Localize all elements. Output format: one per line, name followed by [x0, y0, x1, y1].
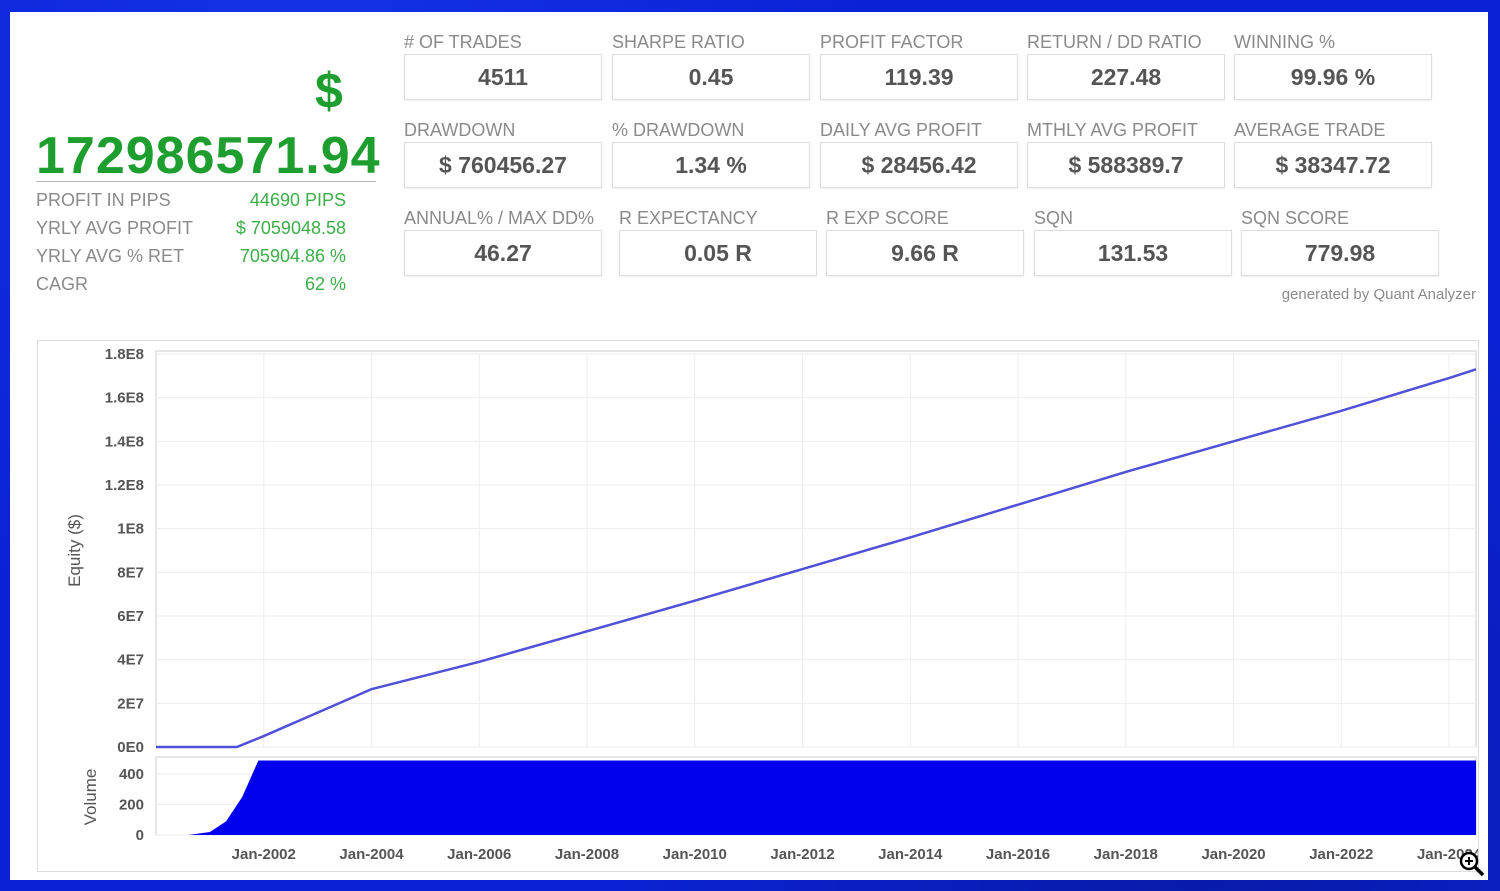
- metric-label: RETURN / DD RATIO: [1027, 32, 1202, 52]
- metric-label: AVERAGE TRADE: [1234, 120, 1386, 140]
- summary-value: 44690 PIPS: [249, 190, 346, 210]
- summary-label: YRLY AVG % RET: [36, 246, 185, 266]
- metric-value: 779.98: [1241, 230, 1439, 276]
- metric-label: SHARPE RATIO: [612, 32, 745, 52]
- metric-value: 227.48: [1027, 54, 1225, 100]
- y-tick-label: 0E0: [117, 739, 144, 756]
- metric-label: WINNING %: [1234, 32, 1335, 52]
- y-tick-label: 2E7: [117, 695, 144, 712]
- metric-value: 119.39: [820, 54, 1018, 100]
- metric-card: DAILY AVG PROFIT $ 28456.42: [820, 120, 1018, 188]
- metric-value: $ 760456.27: [404, 142, 602, 188]
- metric-value: $ 38347.72: [1234, 142, 1432, 188]
- x-tick-label: Jan-2012: [770, 846, 834, 863]
- x-tick-label: Jan-2014: [878, 846, 943, 863]
- y-tick-label: 8E7: [117, 564, 144, 581]
- metric-label: DAILY AVG PROFIT: [820, 120, 983, 140]
- x-tick-label: Jan-2006: [447, 846, 511, 863]
- summary-value: $ 7059048.58: [235, 218, 346, 238]
- metric-card: PROFIT FACTOR 119.39: [820, 32, 1018, 100]
- x-tick-label: Jan-2004: [339, 846, 404, 863]
- equity-plot-area: [155, 350, 1477, 748]
- equity-axis-label: Equity ($): [65, 514, 84, 587]
- x-tick-label: Jan-2002: [232, 846, 296, 863]
- metric-value: 131.53: [1034, 230, 1232, 276]
- metric-label: ANNUAL% / MAX DD%: [404, 208, 595, 228]
- y-tick-label: 6E7: [117, 608, 144, 625]
- metric-card: R EXPECTANCY 0.05 R: [619, 208, 817, 276]
- metric-label: PROFIT FACTOR: [820, 32, 964, 52]
- summary-label: CAGR: [36, 274, 89, 294]
- metric-label: SQN: [1034, 208, 1074, 228]
- metric-value: $ 28456.42: [820, 142, 1018, 188]
- metric-card: ANNUAL% / MAX DD% 46.27: [404, 208, 602, 276]
- metric-card: DRAWDOWN $ 760456.27: [404, 120, 602, 188]
- metric-card: # OF TRADES 4511: [404, 32, 602, 100]
- metric-label: # OF TRADES: [404, 32, 522, 52]
- metric-label: R EXPECTANCY: [619, 208, 758, 228]
- metric-label: DRAWDOWN: [404, 120, 516, 140]
- y-tick-label: 1.4E8: [105, 433, 144, 450]
- y-tick-label: 4E7: [117, 652, 144, 669]
- equity-chart: 0E0 2E7 4E7 6E7 8E7 1E8 1.2E8 1.4E8 1.6E8 1.8E8 0 2…: [37, 340, 1482, 872]
- metric-value: 0.05 R: [619, 230, 817, 276]
- metric-card: SQN 131.53: [1034, 208, 1232, 276]
- summary-row: YRLY AVG PROFIT $ 7059048.58: [36, 218, 346, 239]
- volume-tick-label: 0: [136, 827, 144, 844]
- x-tick-label: Jan-2020: [1201, 846, 1265, 863]
- metric-card: SHARPE RATIO 0.45: [612, 32, 810, 100]
- metric-card: % DRAWDOWN 1.34 %: [612, 120, 810, 188]
- chart-svg: 0E0 2E7 4E7 6E7 8E7 1E8 1.2E8 1.4E8 1.6E8 1.8E8 0 2…: [65, 346, 1482, 863]
- currency-symbol: $: [315, 63, 343, 119]
- y-tick-label: 1.6E8: [105, 390, 144, 407]
- metric-label: R EXP SCORE: [826, 208, 949, 228]
- summary-row: YRLY AVG % RET 705904.86 %: [36, 246, 346, 267]
- volume-tick-label: 200: [119, 797, 144, 814]
- metric-card: R EXP SCORE 9.66 R: [826, 208, 1024, 276]
- metric-value: 99.96 %: [1234, 54, 1432, 100]
- y-tick-label: 1.2E8: [105, 477, 144, 494]
- metric-card: WINNING % 99.96 %: [1234, 32, 1432, 100]
- summary-label: YRLY AVG PROFIT: [36, 218, 194, 238]
- volume-axis-label: Volume: [81, 769, 100, 826]
- summary-label: PROFIT IN PIPS: [36, 190, 171, 210]
- metric-card: RETURN / DD RATIO 227.48: [1027, 32, 1225, 100]
- y-tick-label: 1.8E8: [105, 346, 144, 363]
- metric-label: SQN SCORE: [1241, 208, 1350, 228]
- metric-card: SQN SCORE 779.98: [1241, 208, 1439, 276]
- metric-value: 0.45: [612, 54, 810, 100]
- metric-label: MTHLY AVG PROFIT: [1027, 120, 1199, 140]
- metric-value: 9.66 R: [826, 230, 1024, 276]
- summary-value: 62 %: [304, 274, 346, 294]
- total-profit: 172986571.94: [36, 127, 381, 185]
- metric-value: 4511: [404, 54, 602, 100]
- divider: [36, 181, 376, 182]
- x-tick-label: Jan-2016: [986, 846, 1050, 863]
- x-tick-label: Jan-2018: [1094, 846, 1158, 863]
- metric-value: 1.34 %: [612, 142, 810, 188]
- volume-area: [156, 760, 1476, 835]
- y-tick-label: 1E8: [117, 521, 144, 538]
- x-tick-label: Jan-2008: [555, 846, 619, 863]
- metric-label: % DRAWDOWN: [612, 120, 745, 140]
- summary-row: PROFIT IN PIPS 44690 PIPS: [36, 190, 346, 211]
- metric-value: 46.27: [404, 230, 602, 276]
- x-tick-label: Jan-2022: [1309, 846, 1373, 863]
- summary-value: 705904.86 %: [239, 246, 346, 266]
- x-tick-label: Jan-2010: [663, 846, 727, 863]
- metric-card: AVERAGE TRADE $ 38347.72: [1234, 120, 1432, 188]
- metric-card: MTHLY AVG PROFIT $ 588389.7: [1027, 120, 1225, 188]
- summary-row: CAGR 62 %: [36, 274, 346, 295]
- metric-value: $ 588389.7: [1027, 142, 1225, 188]
- volume-tick-label: 400: [119, 766, 144, 783]
- zoom-in-icon[interactable]: [1458, 850, 1486, 878]
- generated-by-label: generated by Quant Analyzer: [1281, 286, 1476, 303]
